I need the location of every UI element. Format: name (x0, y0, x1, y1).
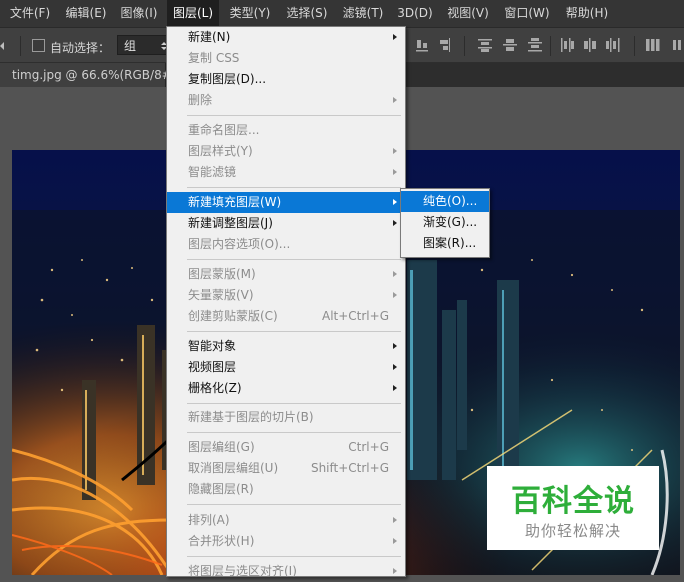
menu-image[interactable]: 图像(I) (117, 0, 161, 27)
menu-separator (187, 556, 401, 557)
menu-item-layer-mask[interactable]: 图层蒙版(M) (167, 264, 405, 285)
submenu-arrow-icon (393, 364, 397, 370)
document-tab-label: timg.jpg @ 66.6%(RGB/8#) (12, 68, 177, 82)
menu-window[interactable]: 窗口(W) (502, 0, 552, 27)
menu-layer[interactable]: 图层(L) (167, 0, 219, 27)
submenu-item-solid-color[interactable]: 纯色(O)... (401, 191, 489, 212)
submenu-arrow-icon (393, 343, 397, 349)
menu-item-copy-css[interactable]: 复制 CSS (167, 48, 405, 69)
auto-select-checkbox[interactable] (32, 39, 45, 52)
auto-select-dropdown[interactable]: 组 (117, 35, 173, 55)
menu-item-hide-layers[interactable]: 隐藏图层(R) (167, 479, 405, 500)
divider (464, 36, 465, 56)
menu-item-vector-mask[interactable]: 矢量蒙版(V) (167, 285, 405, 306)
distribute-top-icon[interactable] (478, 38, 492, 52)
menu-file[interactable]: 文件(F) (6, 0, 54, 27)
menu-item-arrange[interactable]: 排列(A) (167, 510, 405, 531)
distribute-bottom-icon[interactable] (528, 38, 542, 52)
menu-separator (187, 331, 401, 332)
distribute-left-icon[interactable] (560, 38, 574, 52)
menu-bar: 文件(F) 编辑(E) 图像(I) 图层(L) 类型(Y) 选择(S) 滤镜(T… (0, 0, 684, 28)
menu-item-new-adjustment-layer[interactable]: 新建调整图层(J) (167, 213, 405, 234)
layer-menu-dropdown: 新建(N) 复制 CSS 复制图层(D)... 删除 重命名图层... 图层样式… (166, 26, 406, 578)
menu-item-delete[interactable]: 删除 (167, 90, 405, 111)
submenu-arrow-icon (393, 517, 397, 523)
menu-item-layer-style[interactable]: 图层样式(Y) (167, 141, 405, 162)
submenu-item-gradient[interactable]: 渐变(G)... (401, 212, 489, 233)
menu-item-ungroup-layers[interactable]: 取消图层编组(U) Shift+Ctrl+G (167, 458, 405, 479)
more-options-icon[interactable] (672, 38, 684, 52)
menu-filter[interactable]: 滤镜(T) (340, 0, 386, 27)
menu-view[interactable]: 视图(V) (444, 0, 492, 27)
menu-item-combine-shapes[interactable]: 合并形状(H) (167, 531, 405, 552)
submenu-arrow-icon (393, 34, 397, 40)
submenu-arrow-icon (393, 199, 397, 205)
menu-item-create-clipping-mask[interactable]: 创建剪贴蒙版(C) Alt+Ctrl+G (167, 306, 405, 327)
divider (20, 36, 21, 56)
submenu-arrow-icon (393, 220, 397, 226)
divider (634, 36, 635, 56)
menu-select[interactable]: 选择(S) (284, 0, 330, 27)
align-bottom-icon[interactable] (416, 38, 428, 52)
auto-select-value: 组 (124, 39, 137, 53)
document-tab[interactable]: timg.jpg @ 66.6%(RGB/8#) (0, 63, 176, 87)
menu-item-video-layer[interactable]: 视频图层 (167, 357, 405, 378)
submenu-arrow-icon (393, 385, 397, 391)
menu-separator (187, 403, 401, 404)
submenu-arrow-icon (393, 271, 397, 277)
move-tool-icon[interactable] (0, 40, 8, 50)
watermark-subtitle: 助你轻松解决 (524, 522, 621, 540)
submenu-arrow-icon (393, 97, 397, 103)
submenu-arrow-icon (393, 568, 397, 574)
submenu-item-pattern[interactable]: 图案(R)... (401, 233, 489, 254)
auto-select-label: 自动选择： (50, 41, 111, 55)
divider (550, 36, 551, 56)
menu-edit[interactable]: 编辑(E) (62, 0, 110, 27)
menu-separator (187, 432, 401, 433)
menu-separator (187, 504, 401, 505)
menu-item-align-to-selection[interactable]: 将图层与选区对齐(I) (167, 561, 405, 582)
menu-item-new[interactable]: 新建(N) (167, 27, 405, 48)
align-right-edge-icon[interactable] (438, 38, 450, 52)
menu-item-duplicate-layer[interactable]: 复制图层(D)... (167, 69, 405, 90)
menu-item-new-fill-layer[interactable]: 新建填充图层(W) (167, 192, 405, 213)
submenu-arrow-icon (393, 292, 397, 298)
menu-separator (187, 259, 401, 260)
watermark-logo: 百科全说 助你轻松解决 (487, 466, 659, 550)
menu-item-rename-layer[interactable]: 重命名图层... (167, 120, 405, 141)
distribute-right-icon[interactable] (606, 38, 620, 52)
menu-3d[interactable]: 3D(D) (395, 0, 435, 27)
menu-item-new-layer-based-slice[interactable]: 新建基于图层的切片(B) (167, 407, 405, 428)
menu-help[interactable]: 帮助(H) (563, 0, 611, 27)
watermark-title: 百科全说 (511, 484, 635, 519)
menu-item-smart-filter[interactable]: 智能滤镜 (167, 162, 405, 183)
menu-separator (187, 115, 401, 116)
distribute-vcenter-icon[interactable] (503, 38, 517, 52)
menu-separator (187, 187, 401, 188)
menu-item-rasterize[interactable]: 栅格化(Z) (167, 378, 405, 399)
submenu-arrow-icon (393, 538, 397, 544)
submenu-arrow-icon (393, 148, 397, 154)
fill-layer-submenu: 纯色(O)... 渐变(G)... 图案(R)... (400, 188, 490, 258)
distribute-hcenter-icon[interactable] (583, 38, 597, 52)
menu-item-layer-content-options[interactable]: 图层内容选项(O)... (167, 234, 405, 255)
auto-align-layers-icon[interactable] (646, 38, 660, 52)
submenu-arrow-icon (393, 169, 397, 175)
menu-item-smart-object[interactable]: 智能对象 (167, 336, 405, 357)
menu-type[interactable]: 类型(Y) (225, 0, 275, 27)
menu-item-group-layers[interactable]: 图层编组(G) Ctrl+G (167, 437, 405, 458)
